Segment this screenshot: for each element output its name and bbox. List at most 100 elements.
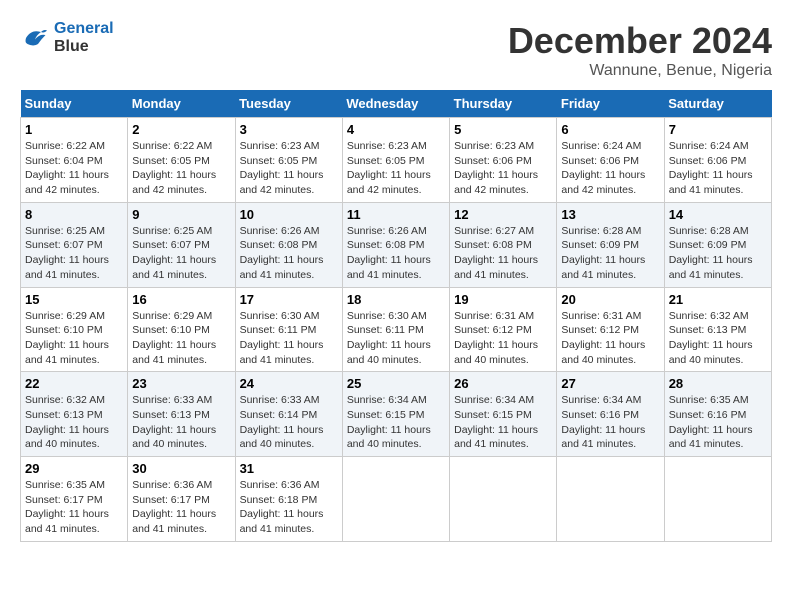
weekday-header: Saturday	[664, 90, 771, 118]
calendar-day-cell	[450, 457, 557, 542]
weekday-header: Sunday	[21, 90, 128, 118]
day-number: 6	[561, 122, 659, 137]
day-info: Sunrise: 6:29 AM Sunset: 6:10 PM Dayligh…	[132, 309, 230, 368]
logo: General Blue	[20, 20, 114, 56]
logo-icon	[20, 23, 50, 53]
day-number: 5	[454, 122, 552, 137]
day-number: 7	[669, 122, 767, 137]
day-number: 20	[561, 292, 659, 307]
calendar-day-cell: 31 Sunrise: 6:36 AM Sunset: 6:18 PM Dayl…	[235, 457, 342, 542]
calendar-day-cell: 8 Sunrise: 6:25 AM Sunset: 6:07 PM Dayli…	[21, 202, 128, 287]
calendar-day-cell: 16 Sunrise: 6:29 AM Sunset: 6:10 PM Dayl…	[128, 287, 235, 372]
day-number: 3	[240, 122, 338, 137]
day-number: 22	[25, 376, 123, 391]
day-info: Sunrise: 6:32 AM Sunset: 6:13 PM Dayligh…	[669, 309, 767, 368]
day-number: 29	[25, 461, 123, 476]
calendar-day-cell: 12 Sunrise: 6:27 AM Sunset: 6:08 PM Dayl…	[450, 202, 557, 287]
day-info: Sunrise: 6:23 AM Sunset: 6:05 PM Dayligh…	[347, 139, 445, 198]
calendar-day-cell: 19 Sunrise: 6:31 AM Sunset: 6:12 PM Dayl…	[450, 287, 557, 372]
day-info: Sunrise: 6:35 AM Sunset: 6:17 PM Dayligh…	[25, 478, 123, 537]
calendar-day-cell	[342, 457, 449, 542]
calendar-day-cell: 3 Sunrise: 6:23 AM Sunset: 6:05 PM Dayli…	[235, 118, 342, 203]
day-number: 13	[561, 207, 659, 222]
calendar-day-cell: 10 Sunrise: 6:26 AM Sunset: 6:08 PM Dayl…	[235, 202, 342, 287]
calendar-day-cell: 2 Sunrise: 6:22 AM Sunset: 6:05 PM Dayli…	[128, 118, 235, 203]
day-info: Sunrise: 6:29 AM Sunset: 6:10 PM Dayligh…	[25, 309, 123, 368]
calendar-day-cell: 28 Sunrise: 6:35 AM Sunset: 6:16 PM Dayl…	[664, 372, 771, 457]
day-number: 23	[132, 376, 230, 391]
calendar-day-cell: 20 Sunrise: 6:31 AM Sunset: 6:12 PM Dayl…	[557, 287, 664, 372]
day-info: Sunrise: 6:35 AM Sunset: 6:16 PM Dayligh…	[669, 393, 767, 452]
day-info: Sunrise: 6:23 AM Sunset: 6:06 PM Dayligh…	[454, 139, 552, 198]
calendar-day-cell: 26 Sunrise: 6:34 AM Sunset: 6:15 PM Dayl…	[450, 372, 557, 457]
day-number: 9	[132, 207, 230, 222]
day-info: Sunrise: 6:23 AM Sunset: 6:05 PM Dayligh…	[240, 139, 338, 198]
day-number: 12	[454, 207, 552, 222]
day-info: Sunrise: 6:33 AM Sunset: 6:14 PM Dayligh…	[240, 393, 338, 452]
weekday-header: Thursday	[450, 90, 557, 118]
logo-text: General Blue	[54, 20, 114, 56]
day-info: Sunrise: 6:25 AM Sunset: 6:07 PM Dayligh…	[132, 224, 230, 283]
day-number: 24	[240, 376, 338, 391]
weekday-header: Monday	[128, 90, 235, 118]
day-info: Sunrise: 6:30 AM Sunset: 6:11 PM Dayligh…	[240, 309, 338, 368]
day-info: Sunrise: 6:34 AM Sunset: 6:15 PM Dayligh…	[347, 393, 445, 452]
calendar-day-cell: 1 Sunrise: 6:22 AM Sunset: 6:04 PM Dayli…	[21, 118, 128, 203]
title-area: December 2024 Wannune, Benue, Nigeria	[508, 20, 772, 80]
day-info: Sunrise: 6:36 AM Sunset: 6:18 PM Dayligh…	[240, 478, 338, 537]
day-number: 15	[25, 292, 123, 307]
day-info: Sunrise: 6:24 AM Sunset: 6:06 PM Dayligh…	[561, 139, 659, 198]
calendar-day-cell: 6 Sunrise: 6:24 AM Sunset: 6:06 PM Dayli…	[557, 118, 664, 203]
day-info: Sunrise: 6:27 AM Sunset: 6:08 PM Dayligh…	[454, 224, 552, 283]
calendar-day-cell: 15 Sunrise: 6:29 AM Sunset: 6:10 PM Dayl…	[21, 287, 128, 372]
day-info: Sunrise: 6:32 AM Sunset: 6:13 PM Dayligh…	[25, 393, 123, 452]
day-number: 28	[669, 376, 767, 391]
calendar-day-cell: 14 Sunrise: 6:28 AM Sunset: 6:09 PM Dayl…	[664, 202, 771, 287]
calendar-day-cell	[557, 457, 664, 542]
calendar-day-cell: 25 Sunrise: 6:34 AM Sunset: 6:15 PM Dayl…	[342, 372, 449, 457]
calendar-day-cell: 30 Sunrise: 6:36 AM Sunset: 6:17 PM Dayl…	[128, 457, 235, 542]
month-title: December 2024	[508, 20, 772, 62]
calendar-week-row: 1 Sunrise: 6:22 AM Sunset: 6:04 PM Dayli…	[21, 118, 772, 203]
day-info: Sunrise: 6:28 AM Sunset: 6:09 PM Dayligh…	[669, 224, 767, 283]
day-number: 18	[347, 292, 445, 307]
day-info: Sunrise: 6:30 AM Sunset: 6:11 PM Dayligh…	[347, 309, 445, 368]
weekday-header: Wednesday	[342, 90, 449, 118]
day-info: Sunrise: 6:26 AM Sunset: 6:08 PM Dayligh…	[240, 224, 338, 283]
day-number: 2	[132, 122, 230, 137]
day-number: 19	[454, 292, 552, 307]
day-info: Sunrise: 6:34 AM Sunset: 6:16 PM Dayligh…	[561, 393, 659, 452]
day-number: 1	[25, 122, 123, 137]
day-number: 25	[347, 376, 445, 391]
day-info: Sunrise: 6:31 AM Sunset: 6:12 PM Dayligh…	[454, 309, 552, 368]
day-info: Sunrise: 6:22 AM Sunset: 6:05 PM Dayligh…	[132, 139, 230, 198]
calendar-day-cell: 9 Sunrise: 6:25 AM Sunset: 6:07 PM Dayli…	[128, 202, 235, 287]
day-number: 8	[25, 207, 123, 222]
calendar-day-cell: 18 Sunrise: 6:30 AM Sunset: 6:11 PM Dayl…	[342, 287, 449, 372]
weekday-header-row: SundayMondayTuesdayWednesdayThursdayFrid…	[21, 90, 772, 118]
calendar-week-row: 22 Sunrise: 6:32 AM Sunset: 6:13 PM Dayl…	[21, 372, 772, 457]
calendar-day-cell: 4 Sunrise: 6:23 AM Sunset: 6:05 PM Dayli…	[342, 118, 449, 203]
weekday-header: Friday	[557, 90, 664, 118]
day-number: 17	[240, 292, 338, 307]
day-info: Sunrise: 6:34 AM Sunset: 6:15 PM Dayligh…	[454, 393, 552, 452]
calendar-day-cell: 17 Sunrise: 6:30 AM Sunset: 6:11 PM Dayl…	[235, 287, 342, 372]
calendar-week-row: 29 Sunrise: 6:35 AM Sunset: 6:17 PM Dayl…	[21, 457, 772, 542]
calendar-day-cell: 13 Sunrise: 6:28 AM Sunset: 6:09 PM Dayl…	[557, 202, 664, 287]
day-number: 21	[669, 292, 767, 307]
location-subtitle: Wannune, Benue, Nigeria	[508, 62, 772, 80]
day-info: Sunrise: 6:25 AM Sunset: 6:07 PM Dayligh…	[25, 224, 123, 283]
day-number: 4	[347, 122, 445, 137]
day-info: Sunrise: 6:36 AM Sunset: 6:17 PM Dayligh…	[132, 478, 230, 537]
calendar-day-cell: 5 Sunrise: 6:23 AM Sunset: 6:06 PM Dayli…	[450, 118, 557, 203]
day-number: 14	[669, 207, 767, 222]
day-info: Sunrise: 6:24 AM Sunset: 6:06 PM Dayligh…	[669, 139, 767, 198]
day-number: 30	[132, 461, 230, 476]
day-info: Sunrise: 6:22 AM Sunset: 6:04 PM Dayligh…	[25, 139, 123, 198]
calendar-table: SundayMondayTuesdayWednesdayThursdayFrid…	[20, 90, 772, 542]
calendar-week-row: 8 Sunrise: 6:25 AM Sunset: 6:07 PM Dayli…	[21, 202, 772, 287]
day-info: Sunrise: 6:33 AM Sunset: 6:13 PM Dayligh…	[132, 393, 230, 452]
calendar-day-cell: 11 Sunrise: 6:26 AM Sunset: 6:08 PM Dayl…	[342, 202, 449, 287]
day-info: Sunrise: 6:28 AM Sunset: 6:09 PM Dayligh…	[561, 224, 659, 283]
day-number: 16	[132, 292, 230, 307]
